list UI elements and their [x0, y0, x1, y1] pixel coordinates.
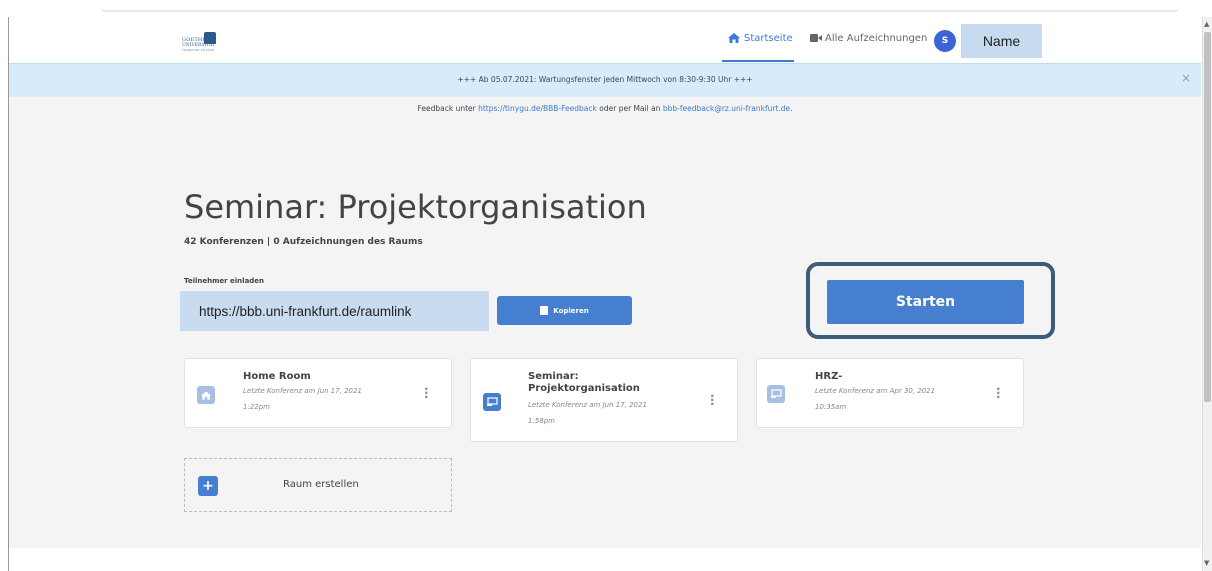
room-card-meta: Letzte Konferenz am Apr 30, 2021 10:35am [815, 383, 935, 415]
feedback-link[interactable]: https://tinygu.de/BBB-Feedback [478, 104, 597, 113]
home-icon [197, 386, 215, 404]
room-card-last-conference: Letzte Konferenz am Apr 30, 2021 [815, 387, 936, 395]
room-card-title: HRZ- [815, 371, 843, 382]
presentation-icon [483, 393, 501, 411]
room-card-title: Seminar: Projektorganisation [528, 371, 640, 394]
create-room-label: Raum erstellen [283, 479, 359, 490]
room-card-time: 10:35am [815, 403, 847, 411]
logo-text-line3: FRANKFURT AM MAIN [182, 48, 214, 52]
scroll-up-arrow-icon[interactable]: ▲ [1204, 20, 1209, 28]
kebab-menu-icon[interactable]: · · · [710, 390, 715, 410]
scroll-down-arrow-icon[interactable]: ▼ [1204, 559, 1209, 567]
invite-label: Teilnehmer einladen [184, 277, 265, 285]
nav-startseite-label: Startseite [744, 32, 793, 44]
room-card-home[interactable]: Home Room Letzte Konferenz am Jun 17, 20… [184, 358, 452, 428]
room-card-seminar[interactable]: Seminar: Projektorganisation Letzte Konf… [470, 358, 738, 442]
room-card-meta: Letzte Konferenz am Jun 17, 2021 1:22pm [243, 383, 362, 415]
active-tab-indicator [722, 60, 794, 62]
room-card-hrz[interactable]: HRZ- Letzte Konferenz am Apr 30, 2021 10… [756, 358, 1024, 428]
feedback-email-link[interactable]: bbb-feedback@rz.uni-frankfurt.de [663, 104, 790, 113]
room-card-time: 1:22pm [243, 403, 270, 411]
copy-button[interactable]: Kopieren [497, 296, 632, 325]
kebab-menu-icon[interactable]: · · · [424, 383, 429, 403]
room-card-meta: Letzte Konferenz am Jun 17, 2021 1:58pm [528, 397, 647, 429]
copy-button-label: Kopieren [553, 306, 589, 315]
university-logo[interactable]: GOETHE UNIVERSITÄT FRANKFURT AM MAIN [182, 32, 228, 52]
start-button[interactable]: Starten [827, 280, 1024, 324]
create-room-card[interactable]: + Raum erstellen [184, 458, 452, 512]
kebab-menu-icon[interactable]: · · · [996, 383, 1001, 403]
home-icon [728, 33, 740, 43]
feedback-prefix: Feedback unter [417, 104, 479, 113]
plus-icon: + [198, 476, 218, 496]
nav-alle-aufzeichnungen[interactable]: Alle Aufzeichnungen [810, 30, 927, 46]
room-title: Seminar: Projektorganisation [184, 188, 647, 226]
room-card-time: 1:58pm [528, 417, 555, 425]
browser-top-edge [100, 0, 1180, 12]
feedback-suffix: . [790, 104, 793, 113]
user-avatar[interactable]: S [934, 30, 956, 52]
room-card-title: Home Room [243, 371, 311, 382]
nav-startseite[interactable]: Startseite [728, 30, 793, 46]
copy-icon [540, 306, 549, 315]
room-card-last-conference: Letzte Konferenz am Jun 17, 2021 [528, 401, 647, 409]
feedback-middle: oder per Mail an [596, 104, 663, 113]
invite-link-field[interactable]: https://bbb.uni-frankfurt.de/raumlink [180, 291, 489, 331]
room-stats: 42 Konferenzen | 0 Aufzeichnungen des Ra… [184, 237, 423, 247]
close-icon[interactable]: × [1181, 71, 1191, 85]
maintenance-banner: +++ Ab 05.07.2021: Wartungsfenster jeden… [9, 63, 1201, 99]
scrollbar-thumb[interactable] [1204, 32, 1211, 402]
user-name[interactable]: Name [961, 24, 1042, 58]
video-camera-icon [810, 34, 822, 42]
nav-alle-aufzeichnungen-label: Alle Aufzeichnungen [825, 32, 928, 44]
room-card-last-conference: Letzte Konferenz am Jun 17, 2021 [243, 387, 362, 395]
presentation-icon [767, 385, 785, 403]
feedback-line: Feedback unter https://tinygu.de/BBB-Fee… [9, 104, 1201, 113]
banner-text: +++ Ab 05.07.2021: Wartungsfenster jeden… [457, 75, 753, 84]
